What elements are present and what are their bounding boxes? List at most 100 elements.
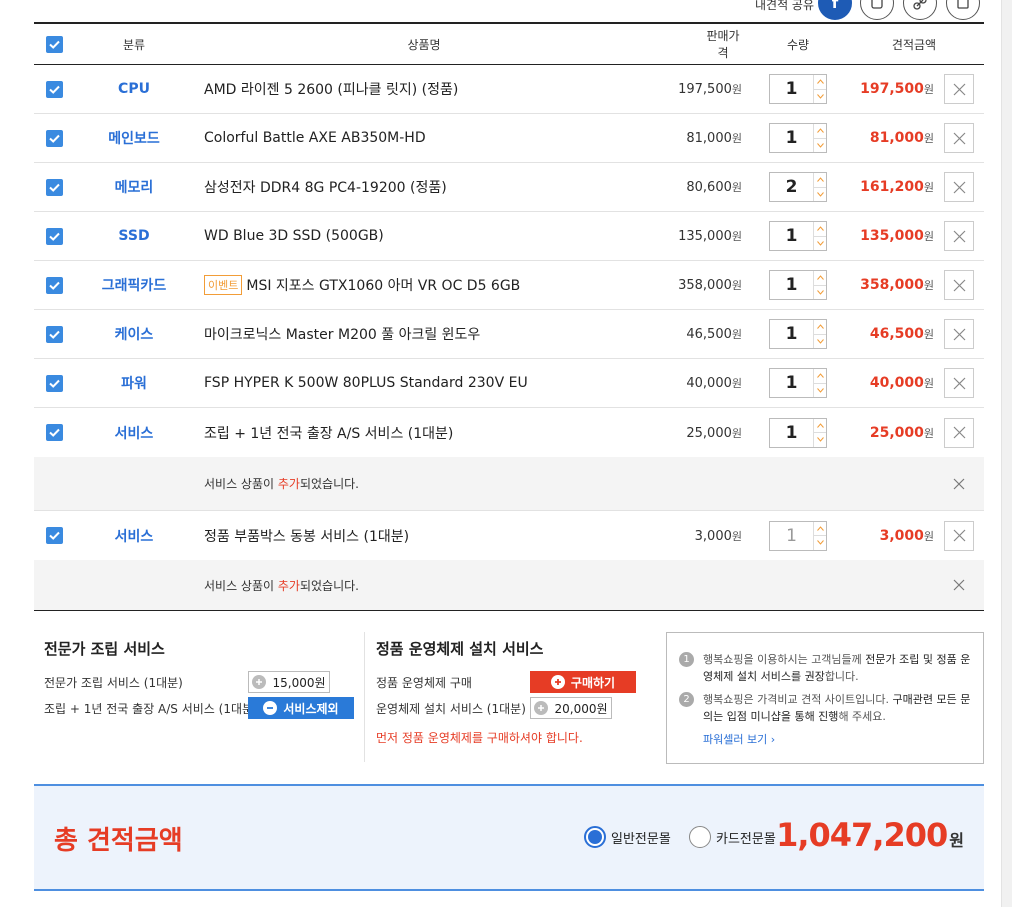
qty-up-button[interactable] [814, 419, 826, 433]
row-product[interactable]: 삼성전자 DDR4 8G PC4-19200 (정품) [194, 177, 654, 197]
row-product[interactable]: AMD 라이젠 5 2600 (피나클 릿지) (정품) [194, 79, 654, 99]
row-checkbox[interactable] [45, 80, 63, 98]
qty-down-button[interactable] [814, 139, 826, 153]
table-row: 파워 FSP HYPER K 500W 80PLUS Standard 230V … [34, 359, 984, 408]
link-share-button[interactable] [903, 0, 937, 20]
row-category[interactable]: 서비스 [115, 529, 154, 545]
row-category[interactable]: 파워 [121, 376, 147, 392]
row-checkbox[interactable] [45, 276, 63, 294]
qty-down-button[interactable] [814, 433, 826, 447]
quantity-stepper[interactable]: 1 [769, 417, 827, 448]
quantity-value[interactable]: 1 [770, 271, 813, 299]
share-button-2[interactable] [860, 0, 894, 20]
qty-up-button[interactable] [814, 271, 826, 286]
select-all-checkbox[interactable] [45, 35, 63, 53]
qty-up-button[interactable] [814, 522, 826, 536]
row-category[interactable]: 그래픽카드 [102, 278, 166, 294]
qty-up-button[interactable] [814, 222, 826, 237]
row-checkbox[interactable] [45, 129, 63, 147]
qty-down-button[interactable] [814, 384, 826, 398]
close-icon[interactable] [951, 577, 967, 593]
service-exclude-button[interactable]: 서비스제외 [248, 697, 354, 719]
buy-os-button[interactable]: 구매하기 [530, 671, 636, 693]
power-seller-link[interactable]: 파워셀러 보기 › [703, 731, 973, 747]
delete-row-button[interactable] [944, 221, 974, 251]
row-category[interactable]: 메인보드 [108, 131, 160, 147]
os-install-add-button[interactable]: 20,000원 [530, 697, 612, 719]
qty-down-button[interactable] [814, 237, 826, 251]
row-product[interactable]: 조립 + 1년 전국 출장 A/S 서비스 (1대분) [194, 423, 654, 443]
row-checkbox[interactable] [45, 325, 63, 343]
estimate-table: 분류 상품명 판매가격 수량 견적금액 CPU AMD 라이젠 5 2600 (피… [34, 22, 984, 611]
quantity-stepper[interactable]: 1 [769, 270, 827, 300]
row-product[interactable]: 정품 부품박스 동봉 서비스 (1대분) [194, 526, 654, 546]
quantity-value[interactable]: 1 [770, 522, 813, 550]
row-checkbox[interactable] [45, 374, 63, 392]
row-checkbox[interactable] [45, 424, 63, 441]
quantity-value[interactable]: 1 [770, 222, 813, 250]
quantity-stepper[interactable]: 1 [769, 123, 827, 153]
plus-icon [534, 701, 549, 715]
row-checkbox[interactable] [45, 227, 63, 245]
quantity-stepper[interactable]: 2 [769, 172, 827, 202]
quantity-value[interactable]: 1 [770, 419, 813, 447]
row-total: 3,000원 [879, 527, 934, 544]
delete-row-button[interactable] [944, 270, 974, 300]
os-service: 정품 운영체제 설치 서비스 정품 운영체제 구매 구매하기 운영체제 설치 서… [364, 632, 644, 762]
row-category[interactable]: 메모리 [115, 180, 154, 196]
chevron-up-icon [816, 373, 824, 379]
qty-down-button[interactable] [814, 536, 826, 550]
quantity-value[interactable]: 2 [770, 173, 813, 201]
qty-down-button[interactable] [814, 335, 826, 349]
chevron-down-icon [816, 289, 824, 295]
row-category[interactable]: CPU [118, 81, 150, 97]
row-category[interactable]: 서비스 [115, 426, 154, 442]
radio-card-mall[interactable]: 카드전문몰 [689, 826, 776, 848]
qty-up-button[interactable] [814, 75, 826, 90]
plus-icon [550, 675, 565, 689]
save-share-button[interactable] [946, 0, 980, 20]
row-product[interactable]: 이벤트 MSI 지포스 GTX1060 아머 VR OC D5 6GB [194, 275, 654, 295]
qty-down-button[interactable] [814, 90, 826, 104]
check-icon [48, 183, 60, 192]
quantity-stepper[interactable]: 1 [769, 74, 827, 104]
quantity-stepper[interactable]: 1 [769, 520, 827, 551]
quantity-stepper[interactable]: 1 [769, 319, 827, 349]
quantity-value[interactable]: 1 [770, 320, 813, 348]
qty-up-button[interactable] [814, 369, 826, 384]
delete-row-button[interactable] [944, 123, 974, 153]
delete-row-button[interactable] [944, 74, 974, 104]
service-added-notice: 서비스 상품이 추가되었습니다. [34, 560, 984, 611]
chevron-down-icon [816, 191, 824, 197]
radio-general-mall[interactable]: 일반전문몰 [584, 826, 671, 848]
qty-down-button[interactable] [814, 286, 826, 300]
quantity-value[interactable]: 1 [770, 75, 813, 103]
row-checkbox[interactable] [45, 527, 63, 544]
delete-row-button[interactable] [944, 319, 974, 349]
row-checkbox[interactable] [45, 178, 63, 196]
delete-row-button[interactable] [944, 172, 974, 202]
grand-total: 1,047,200 원 [776, 816, 964, 854]
row-category[interactable]: 케이스 [115, 327, 154, 343]
row-product[interactable]: FSP HYPER K 500W 80PLUS Standard 230V EU [194, 375, 654, 391]
delete-row-button[interactable] [944, 520, 974, 551]
facebook-share-button[interactable]: f [818, 0, 852, 20]
quantity-stepper[interactable]: 1 [769, 221, 827, 251]
event-tag: 이벤트 [204, 275, 243, 295]
delete-row-button[interactable] [944, 417, 974, 448]
close-icon[interactable] [951, 476, 967, 492]
row-total: 25,000원 [869, 424, 934, 441]
quantity-stepper[interactable]: 1 [769, 368, 827, 398]
qty-up-button[interactable] [814, 173, 826, 188]
assembly-add-button[interactable]: 15,000원 [248, 671, 330, 693]
quantity-value[interactable]: 1 [770, 124, 813, 152]
row-product[interactable]: 마이크로닉스 Master M200 풀 아크릴 윈도우 [194, 324, 654, 344]
qty-up-button[interactable] [814, 320, 826, 335]
qty-up-button[interactable] [814, 124, 826, 139]
row-category[interactable]: SSD [118, 228, 149, 244]
quantity-value[interactable]: 1 [770, 369, 813, 397]
row-product[interactable]: Colorful Battle AXE AB350M-HD [194, 130, 654, 146]
row-product[interactable]: WD Blue 3D SSD (500GB) [194, 228, 654, 244]
qty-down-button[interactable] [814, 188, 826, 202]
delete-row-button[interactable] [944, 368, 974, 398]
